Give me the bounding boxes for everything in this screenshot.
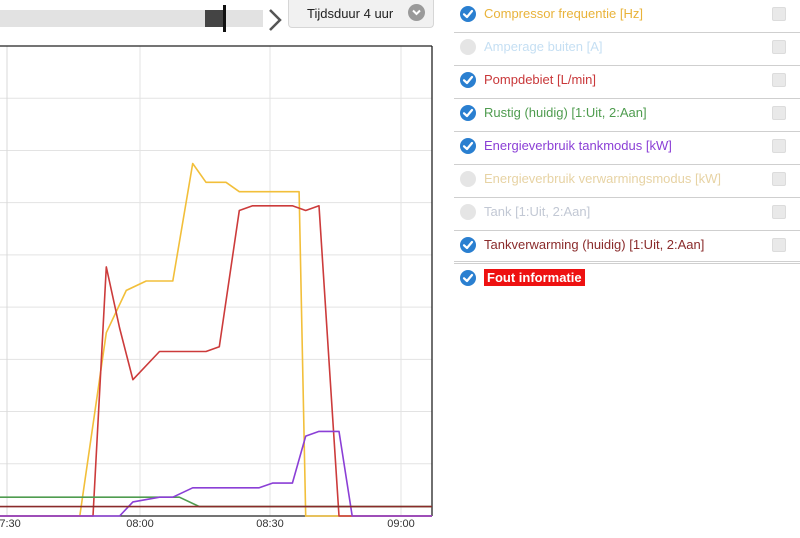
checkmark-icon[interactable] — [460, 6, 476, 22]
checkmark-icon[interactable] — [460, 270, 476, 286]
checkmark-icon[interactable] — [460, 105, 476, 121]
legend-item[interactable]: Pompdebiet [L/min] — [454, 66, 800, 99]
legend-item[interactable]: Energieverbruik tankmodus [kW] — [454, 132, 800, 165]
checkmark-icon[interactable] — [460, 72, 476, 88]
legend-item[interactable]: Compressor frequentie [Hz] — [454, 0, 800, 33]
legend-item-label: Amperage buiten [A] — [484, 39, 603, 54]
legend-item-toggle[interactable] — [772, 73, 786, 87]
legend-item-label: Tankverwarming (huidig) [1:Uit, 2:Aan] — [484, 237, 705, 252]
line-chart: 07:30 08:00 08:30 09:00 — [0, 0, 440, 538]
series-line-4 — [0, 430, 432, 517]
series-legend: Compressor frequentie [Hz] Amperage buite… — [454, 0, 800, 297]
legend-item[interactable]: Rustig (huidig) [1:Uit, 2:Aan] — [454, 99, 800, 132]
legend-item-toggle[interactable] — [772, 106, 786, 120]
legend-item-label: Energieverbruik tankmodus [kW] — [484, 138, 672, 153]
legend-item-toggle[interactable] — [772, 238, 786, 252]
unchecked-circle-icon[interactable] — [460, 204, 476, 220]
x-tick-label: 07:30 — [0, 518, 21, 530]
series-line-1 — [0, 162, 432, 517]
legend-item[interactable]: Fout informatie — [454, 264, 800, 297]
series-line-2 — [0, 205, 432, 517]
legend-item-toggle[interactable] — [772, 139, 786, 153]
checkmark-icon[interactable] — [460, 237, 476, 253]
unchecked-circle-icon[interactable] — [460, 171, 476, 187]
x-tick-label: 08:30 — [256, 518, 284, 530]
legend-item-toggle[interactable] — [772, 172, 786, 186]
checkmark-icon[interactable] — [460, 138, 476, 154]
legend-item-label: Energieverbruik verwarmingsmodus [kW] — [484, 171, 721, 186]
legend-item-toggle[interactable] — [772, 40, 786, 54]
legend-item[interactable]: Energieverbruik verwarmingsmodus [kW] — [454, 165, 800, 198]
legend-item-label: Fout informatie — [484, 269, 585, 286]
legend-item-toggle[interactable] — [772, 205, 786, 219]
chart-svg: 07:30 08:00 08:30 09:00 — [0, 45, 433, 530]
legend-item-label: Compressor frequentie [Hz] — [484, 6, 643, 21]
legend-item[interactable]: Tankverwarming (huidig) [1:Uit, 2:Aan] — [454, 231, 800, 264]
legend-item[interactable]: Amperage buiten [A] — [454, 33, 800, 66]
legend-item-label: Tank [1:Uit, 2:Aan] — [484, 204, 591, 219]
unchecked-circle-icon[interactable] — [460, 39, 476, 55]
series-line-3 — [0, 496, 432, 508]
x-tick-label: 09:00 — [387, 518, 415, 530]
legend-item[interactable]: Tank [1:Uit, 2:Aan] — [454, 198, 800, 231]
legend-item-toggle[interactable] — [772, 7, 786, 21]
legend-item-label: Pompdebiet [L/min] — [484, 72, 597, 87]
legend-item-label: Rustig (huidig) [1:Uit, 2:Aan] — [484, 105, 647, 120]
x-tick-label: 08:00 — [126, 518, 154, 530]
